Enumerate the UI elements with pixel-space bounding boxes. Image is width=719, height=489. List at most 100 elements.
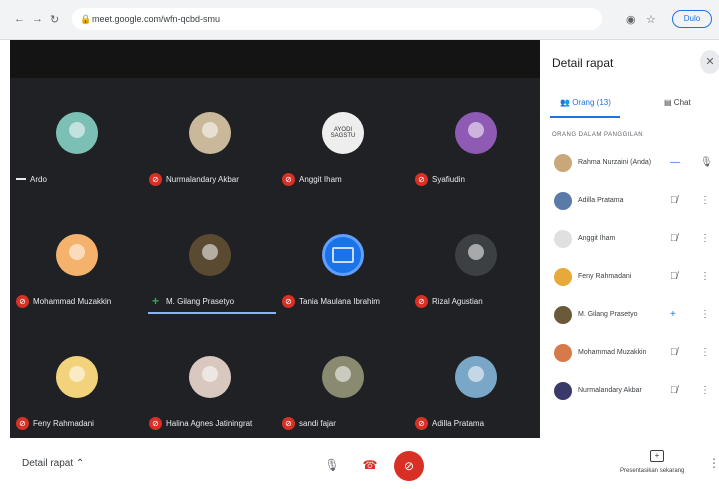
browser-toolbar: ← → ↻ 🔒 meet.google.com/wfn-qcbd-smu ◉ ☆… [0,0,719,40]
camera-off-icon: ⊘ [403,459,415,473]
chevron-up-icon: ⌃ [75,458,85,469]
name-bar: ⊘ Rizal Agustian [415,294,483,308]
name-bar: ⊘ Adilla Pratama [415,416,484,430]
more-options-icon[interactable]: ⋮ [700,195,710,206]
mic-off-icon[interactable]: 🎙̸ [670,233,678,244]
avatar [455,112,497,154]
back-icon[interactable]: ← [14,13,25,25]
panel-tabs: 👥 Orang (13) ▤ Chat [540,88,719,118]
participant-name: Rizal Agustian [432,296,483,306]
participant-tile[interactable]: ⊘ Nurmalandary Akbar [143,86,276,206]
profile-button[interactable]: Dulo [672,10,712,28]
mic-off-icon: ⊘ [415,172,428,186]
mic-off-icon: ⊘ [16,416,29,430]
more-options-icon[interactable]: ⋮ [700,271,710,282]
participant-name: Nurmalandary Akbar [166,174,239,184]
avatar [554,382,572,400]
mic-off-icon[interactable]: 🎙̸ [670,195,678,206]
microphone-icon[interactable]: 🎙 [700,157,713,168]
hang-up-button[interactable]: ☎ [356,451,384,479]
close-icon[interactable]: ✕ [700,50,719,74]
participant-row[interactable]: Rahma Nurzaini (Anda) — 🎙 [540,150,719,178]
participant-name: Feny Rahmadani [578,273,632,280]
more-options-icon[interactable]: ⋮ [708,456,719,470]
participant-name: Syafiudin [432,174,465,184]
audio-level-icon: + [151,293,159,308]
participant-row[interactable]: Anggit Iham 🎙̸ ⋮ [540,226,719,254]
address-bar[interactable]: 🔒 meet.google.com/wfn-qcbd-smu [72,8,602,30]
tab-people[interactable]: 👥 Orang (13) [560,88,611,118]
meeting-details-button[interactable]: Detail rapat ⌃ [22,458,84,469]
avatar [189,356,231,398]
participant-tile[interactable]: ⊘ Halina Agnes Jatiningrat [143,330,276,450]
mic-off-icon: ⊘ [149,172,162,186]
name-bar: ⊘ Tania Maulana Ibrahim [282,294,380,308]
meeting-stage: Ardo ⊘ Nurmalandary Akbar AYODI SAGSTU ⊘ Angg… [10,40,540,438]
mic-off-icon[interactable]: 🎙̸ [670,271,678,282]
audio-dash-icon[interactable]: — [670,157,680,168]
tab-chat-label: Chat [673,98,691,107]
participant-name: M. Gilang Prasetyo [166,296,235,306]
meet-window: ← → ↻ 🔒 meet.google.com/wfn-qcbd-smu ◉ ☆… [0,0,719,489]
participant-name: Rahma Nurzaini (Anda) [578,159,652,166]
participant-row[interactable]: Feny Rahmadani 🎙̸ ⋮ [540,264,719,292]
section-header: ORANG DALAM PANGGILAN [552,132,644,138]
participant-tile[interactable]: ⊘ Rizal Agustian [409,208,542,328]
meeting-details-label: Detail rapat [22,458,74,469]
people-icon: 👥 [560,98,570,107]
participant-tile[interactable]: ⊘ Tania Maulana Ibrahim [276,208,409,328]
avatar [189,112,231,154]
more-options-icon[interactable]: ⋮ [700,347,710,358]
reload-icon[interactable]: ↻ [50,13,59,26]
more-options-icon[interactable]: ⋮ [700,233,710,244]
avatar [56,112,98,154]
phone-hang-up-icon: ☎ [362,458,378,472]
tab-people-label: Orang (13) [572,98,611,107]
star-icon[interactable]: ☆ [646,13,656,26]
active-tab-indicator [550,116,620,118]
participant-name: Anggit Iham [299,174,342,184]
forward-icon[interactable]: → [32,13,43,25]
avatar [554,306,572,324]
more-options-icon[interactable]: ⋮ [700,385,710,396]
mic-off-icon: ⊘ [282,172,295,186]
camera-off-button[interactable]: ⊘ [394,451,424,481]
participant-tile[interactable]: AYODI SAGSTU ⊘ Anggit Iham [276,86,409,206]
participant-name: Feny Rahmadani [33,418,94,428]
present-screen-icon[interactable]: + [650,450,664,462]
participant-name: Mohammad Muzakkin [578,349,647,356]
mic-off-icon[interactable]: 🎙̸ [670,385,678,396]
participant-tile[interactable]: ⊘ Adilla Pratama [409,330,542,450]
participant-tile[interactable]: ⊘ Mohammad Muzakkin [10,208,143,328]
name-bar: ⊘ Syafiudin [415,172,465,186]
avatar [554,344,572,362]
panel-title: Detail rapat [552,56,614,70]
avatar [56,234,98,276]
participant-tile[interactable]: ⊘ Syafiudin [409,86,542,206]
participant-row[interactable]: Mohammad Muzakkin 🎙̸ ⋮ [540,340,719,368]
mic-off-icon[interactable]: 🎙̸ [670,347,678,358]
participant-name: sandi fajar [299,418,336,428]
participant-name: Nurmalandary Akbar [578,387,642,394]
participant-name: Mohammad Muzakkin [33,296,112,306]
chat-icon: ▤ [664,98,672,107]
mail-icon [322,234,364,276]
tab-chat[interactable]: ▤ Chat [664,88,691,118]
mic-off-icon: ⊘ [282,416,295,430]
participant-tile[interactable]: + M. Gilang Prasetyo [143,208,276,328]
participant-tile[interactable]: ⊘ sandi fajar [276,330,409,450]
mic-off-icon: ⊘ [282,294,295,308]
participant-name: Tania Maulana Ibrahim [299,296,380,306]
participant-row[interactable]: Nurmalandary Akbar 🎙̸ ⋮ [540,378,719,406]
participant-row[interactable]: M. Gilang Prasetyo + ⋮ [540,302,719,330]
more-options-icon[interactable]: ⋮ [700,309,710,320]
audio-level-icon[interactable]: + [670,309,676,320]
bottom-bar: Detail rapat ⌃ 🎙 ☎ ⊘ + Presentasikan sek… [0,438,719,489]
participant-tile[interactable]: ⊘ Feny Rahmadani [10,330,143,450]
avatar [455,356,497,398]
camera-permission-icon[interactable]: ◉ [626,13,636,26]
present-now-label[interactable]: Presentasikan sekarang [620,468,684,474]
participant-row[interactable]: Adilla Pratama 🎙̸ ⋮ [540,188,719,216]
microphone-button[interactable]: 🎙 [318,451,346,479]
participant-tile[interactable]: Ardo [10,86,143,206]
